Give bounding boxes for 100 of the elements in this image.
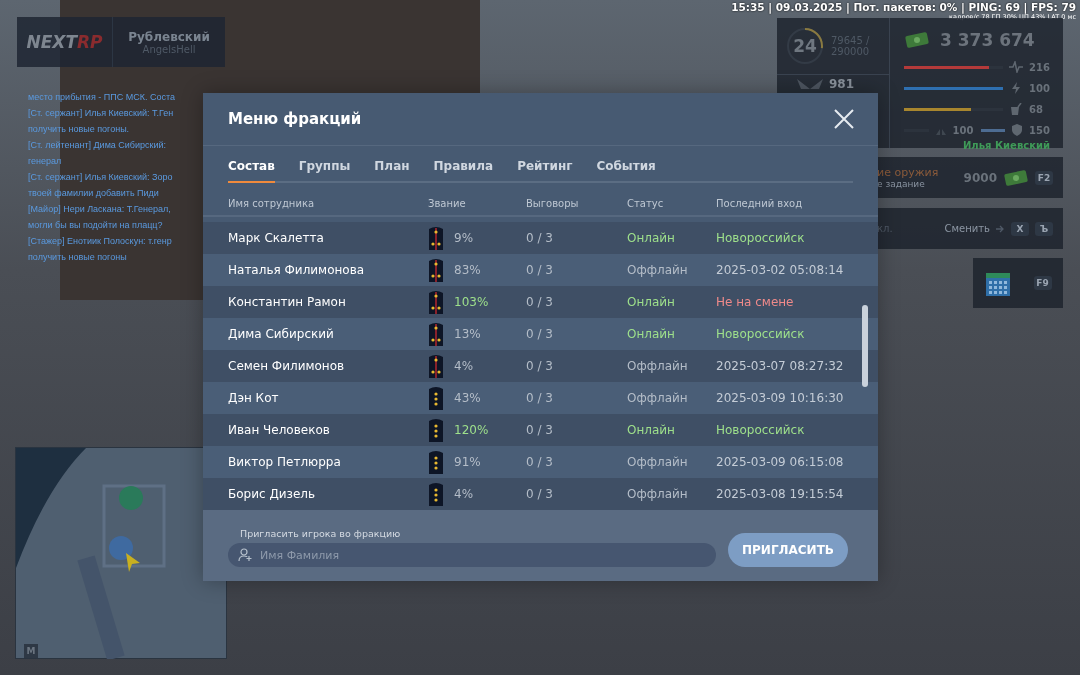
member-status: Онлайн	[627, 230, 676, 245]
member-status: Оффлайн	[627, 454, 689, 469]
member-status: Оффлайн	[627, 390, 689, 405]
rank-percent: 120%	[454, 422, 489, 437]
hotkey[interactable]: Ъ	[1035, 221, 1053, 236]
member-name: Иван Человеков	[228, 422, 331, 437]
reprimands-count: 0 / 3	[526, 486, 554, 501]
reprimands-count: 0 / 3	[526, 326, 554, 341]
member-status: Онлайн	[627, 422, 676, 437]
stat-value: 100	[952, 124, 975, 136]
chat-line: [Ст. сержант] Илья Киевский: Зоро	[28, 171, 174, 184]
tab[interactable]: События	[596, 158, 656, 183]
member-row[interactable]: Дима Сибирский 13% 0 / 3 Онлайн Новороссийск	[203, 317, 878, 350]
member-row[interactable]: Виктор Петлюрра 91% 0 / 3 Оффлайн 2025-03-09 06:15:08	[203, 445, 878, 478]
stat-value: 100	[1029, 82, 1051, 94]
player-name: Илья Киевский	[963, 140, 1050, 151]
rank-percent: 9%	[454, 230, 474, 245]
invite-button[interactable]: ПРИГЛАСИТЬ	[728, 533, 848, 567]
member-name: Наталья Филимонова	[228, 262, 366, 277]
last-login: 2025-03-09 06:15:08	[716, 454, 845, 469]
member-status: Оффлайн	[627, 486, 689, 501]
close-button[interactable]	[832, 106, 856, 131]
member-name: Дима Сибирский	[228, 326, 335, 341]
member-row[interactable]: Иван Человеков 120% 0 / 3 Онлайн Новороссийск	[203, 413, 878, 446]
stat-value: 150	[1029, 124, 1051, 136]
member-row[interactable]: Семен Филимонов 4% 0 / 3 Оффлайн 2025-03-07 08:27:32	[203, 349, 878, 382]
wings-icon	[795, 77, 825, 91]
reprimands-count: 0 / 3	[526, 454, 554, 469]
last-login: Новороссийск	[716, 326, 806, 341]
rank-percent: 43%	[454, 390, 481, 405]
chat-line: [Майор] Нери Ласкана: Т.Генерал,	[28, 203, 172, 216]
reprimands-count: 0 / 3	[526, 358, 554, 373]
member-row[interactable]: Дэн Кот 43% 0 / 3 Оффлайн 2025-03-09 10:16:30	[203, 381, 878, 414]
last-login: Не на смене	[716, 294, 795, 309]
tab[interactable]: Состав	[228, 158, 275, 183]
member-name: Дэн Кот	[228, 390, 280, 405]
chat-line: [Ст. лейтенант] Дима Сибирский:	[28, 139, 168, 152]
dialog-title: Меню фракций	[228, 109, 362, 128]
reprimands-count: 0 / 3	[526, 390, 554, 405]
scrollbar-thumb[interactable]	[862, 304, 868, 387]
rank-percent: 91%	[454, 454, 481, 469]
last-login: Новороссийск	[716, 422, 806, 437]
shield-icon	[1011, 124, 1023, 136]
column-header: Имя сотрудника	[228, 197, 316, 209]
add-user-icon	[238, 548, 252, 562]
hotkey[interactable]: F2	[1035, 170, 1053, 185]
chat-line: генерал	[28, 155, 63, 168]
column-header: Звание	[428, 197, 467, 209]
member-row[interactable]: Борис Дизель 4% 0 / 3 Оффлайн 2025-03-08 19:15:54	[203, 477, 878, 510]
member-name: Марк Скалетта	[228, 230, 325, 245]
reputation-value: 981	[829, 77, 855, 91]
player-name-input[interactable]: Имя Фамилия	[258, 547, 707, 563]
chat-line: [Стажер] Енотиик Полоскун: т.генр	[28, 235, 173, 248]
reprimands-count: 0 / 3	[526, 422, 554, 437]
level-number: 24	[792, 35, 818, 58]
last-login: Новороссийск	[716, 230, 806, 245]
chat-line: место прибытия - ППС МСК. Соста	[28, 91, 175, 104]
rank-percent: 4%	[454, 358, 474, 373]
server-name: Рублевский	[128, 29, 210, 44]
chat-line: получить новые погоны	[28, 251, 128, 264]
task-title: ие оружия	[877, 166, 940, 179]
invite-label: Пригласить игрока во фракцию	[239, 528, 402, 539]
member-status: Оффлайн	[627, 358, 689, 373]
chat-line: [Ст. сержант] Илья Киевский: Т.Ген	[28, 107, 175, 120]
member-row[interactable]: Марк Скалетта 9% 0 / 3 Онлайн Новороссийск	[203, 221, 878, 254]
last-login: 2025-03-08 19:15:54	[716, 486, 845, 501]
tab[interactable]: План	[374, 158, 410, 183]
reprimands-count: 0 / 3	[526, 230, 554, 245]
rank-percent: 83%	[454, 262, 481, 277]
last-login: 2025-03-09 10:16:30	[716, 390, 845, 405]
member-status: Онлайн	[627, 294, 676, 309]
map-hotkey[interactable]: M	[24, 644, 38, 658]
member-row[interactable]: Константин Рамон 103% 0 / 3 Онлайн Не на смене	[203, 285, 878, 318]
tab[interactable]: Группы	[298, 158, 351, 183]
status-line: 15:35 | 09.03.2025 | Пот. пакетов: 0% | PING: 69 | FPS: 79	[731, 1, 1076, 13]
hotkey[interactable]: X	[1011, 221, 1029, 236]
last-login: 2025-03-07 08:27:32	[716, 358, 845, 373]
member-name: Константин Рамон	[228, 294, 347, 309]
cash-icon	[904, 31, 930, 49]
member-status: Оффлайн	[627, 262, 689, 277]
chat-line: получить новые погоны.	[28, 123, 131, 136]
task-reward: 9000	[963, 170, 997, 185]
rank-percent: 103%	[454, 294, 489, 309]
hotkey[interactable]: F9	[1033, 276, 1052, 290]
food-icon	[1009, 103, 1023, 115]
tab[interactable]: Правила	[433, 158, 494, 183]
rank-percent: 13%	[454, 326, 481, 341]
column-header: Последний вход	[716, 197, 804, 209]
reprimands-count: 0 / 3	[526, 262, 554, 277]
money-amount: 3 373 674	[940, 30, 1035, 50]
arrow-right-icon	[996, 224, 1005, 233]
member-row[interactable]: Наталья Филимонова 83% 0 / 3 Оффлайн 2025-03-02 05:08:14	[203, 253, 878, 286]
logo: NEXTRP	[17, 17, 113, 67]
member-status: Онлайн	[627, 326, 676, 341]
stat-value: 68	[1029, 103, 1044, 115]
name-field[interactable]: Имя Фамилия	[228, 543, 717, 567]
tab[interactable]: Рейтинг	[517, 158, 573, 183]
chat-line: твоей фамилии добавить Пиди	[28, 187, 160, 200]
cash-icon	[1003, 168, 1029, 187]
member-name: Виктор Петлюрра	[228, 454, 342, 469]
